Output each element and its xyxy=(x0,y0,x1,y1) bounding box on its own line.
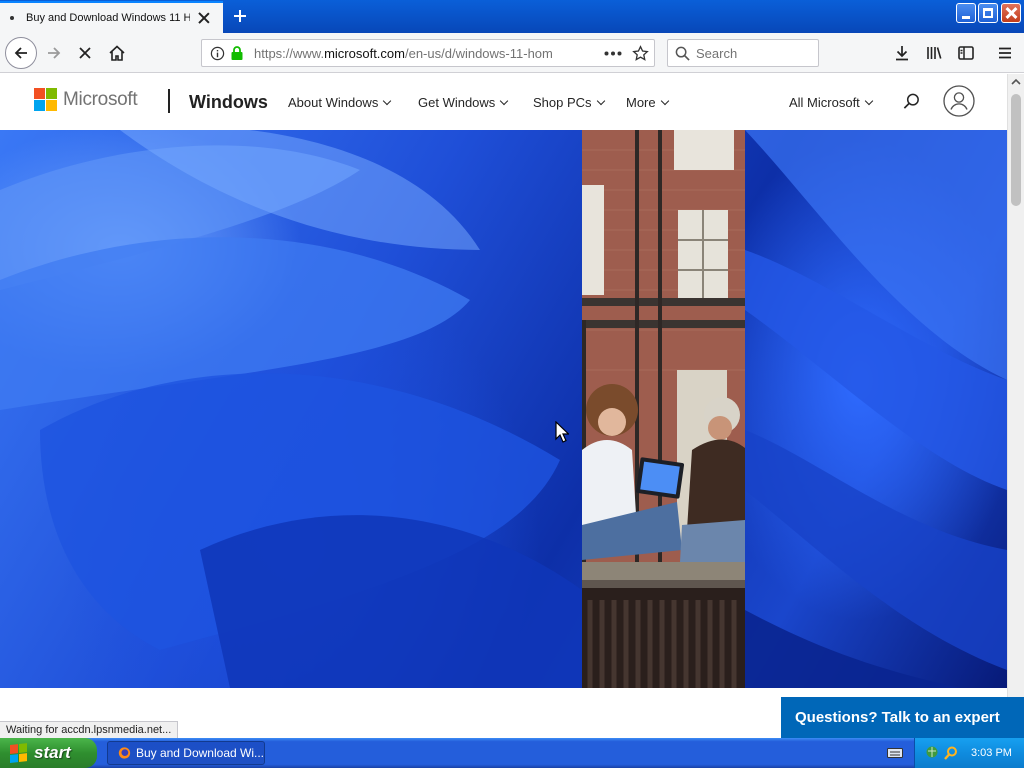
vertical-scrollbar[interactable] xyxy=(1007,74,1024,738)
minimize-button[interactable] xyxy=(956,3,976,23)
scrollbar-thumb[interactable] xyxy=(1011,94,1021,206)
taskbar-window-button[interactable]: Buy and Download Wi... xyxy=(107,741,265,765)
nav-label: Get Windows xyxy=(418,95,496,110)
user-icon[interactable] xyxy=(943,85,975,117)
url-prefix: https://www. xyxy=(254,46,325,61)
forward-button[interactable] xyxy=(40,39,68,67)
url-domain: microsoft.com xyxy=(324,46,405,61)
chevron-down-icon xyxy=(864,96,874,106)
info-icon[interactable] xyxy=(210,46,225,61)
keyboard-icon[interactable] xyxy=(887,747,903,759)
chevron-down-icon xyxy=(596,96,605,106)
network-icon[interactable] xyxy=(925,745,941,761)
browser-search-box[interactable] xyxy=(667,39,819,67)
microsoft-logo-icon xyxy=(34,88,57,111)
home-icon xyxy=(109,45,125,61)
web-page: Microsoft Windows About Windows Get Wind… xyxy=(0,74,1007,738)
star-icon[interactable] xyxy=(632,45,649,62)
tab-title: Buy and Download Windows 11 Ho xyxy=(26,12,190,24)
nav-get-windows[interactable]: Get Windows xyxy=(418,95,509,110)
taskbar: start Buy and Download Wi... 3:03 PM xyxy=(0,738,1024,768)
microsoft-logo[interactable]: Microsoft xyxy=(34,88,138,111)
loading-indicator-icon xyxy=(10,16,14,20)
logo-text: Microsoft xyxy=(63,88,138,110)
close-icon xyxy=(79,47,91,59)
tab-strip: Buy and Download Windows 11 Ho xyxy=(0,0,1024,33)
mouse-cursor-icon xyxy=(555,421,569,443)
windows-bloom-wallpaper xyxy=(0,130,1007,688)
library-icon xyxy=(927,47,942,59)
hamburger-icon xyxy=(999,47,1011,59)
taskbar-window-label: Buy and Download Wi... xyxy=(135,746,264,760)
nav-more[interactable]: More xyxy=(626,95,669,110)
nav-label: More xyxy=(626,95,656,110)
arrow-left-icon xyxy=(14,47,27,59)
search-icon[interactable] xyxy=(902,92,921,111)
nav-label: About Windows xyxy=(288,95,379,110)
download-icon xyxy=(896,46,908,61)
nav-about-windows[interactable]: About Windows xyxy=(288,95,392,110)
menu-button[interactable] xyxy=(991,39,1019,67)
brand-title[interactable]: Windows xyxy=(189,92,268,113)
system-tray: 3:03 PM xyxy=(887,738,1024,768)
home-button[interactable] xyxy=(103,39,131,67)
chevron-down-icon xyxy=(660,96,669,106)
chevron-down-icon xyxy=(383,96,392,106)
browser-window: Buy and Download Windows 11 Ho https://w… xyxy=(0,0,1024,738)
nav-label: All Microsoft xyxy=(789,95,860,110)
stop-button[interactable] xyxy=(71,39,99,67)
chevron-down-icon xyxy=(500,96,509,106)
url-bar[interactable]: https://www.microsoft.com/en-us/d/window… xyxy=(201,39,655,67)
search-icon xyxy=(675,46,690,61)
nav-label: Shop PCs xyxy=(533,95,592,110)
close-window-button[interactable] xyxy=(1001,3,1021,23)
clock: 3:03 PM xyxy=(971,747,1012,759)
library-button[interactable] xyxy=(920,39,948,67)
lock-icon[interactable] xyxy=(230,45,244,61)
nav-all-microsoft[interactable]: All Microsoft xyxy=(789,95,874,110)
maximize-button[interactable] xyxy=(978,3,998,23)
new-tab-icon[interactable] xyxy=(230,6,250,26)
hero-photo xyxy=(582,130,745,688)
start-label: start xyxy=(34,743,71,762)
back-button[interactable] xyxy=(5,37,37,69)
firefox-icon xyxy=(118,747,131,759)
ellipsis-icon[interactable] xyxy=(604,51,622,56)
arrow-right-icon xyxy=(48,47,61,59)
header-divider xyxy=(168,89,170,113)
site-header: Microsoft Windows About Windows Get Wind… xyxy=(0,74,1007,130)
downloads-button[interactable] xyxy=(888,39,916,67)
sidebar-button[interactable] xyxy=(952,39,980,67)
url-path: /en-us/d/windows-11-hom xyxy=(404,46,553,61)
search-tray-icon[interactable] xyxy=(943,745,959,761)
status-bar: Waiting for accdn.lpsnmedia.net... xyxy=(0,721,179,738)
tab-active[interactable]: Buy and Download Windows 11 Ho xyxy=(0,1,223,33)
start-button[interactable]: start xyxy=(0,738,97,768)
talk-to-expert-button[interactable]: Questions? Talk to an expert xyxy=(781,697,1024,738)
tab-close-icon[interactable] xyxy=(196,10,212,26)
url-text[interactable]: https://www.microsoft.com/en-us/d/window… xyxy=(254,46,572,61)
windows-flag-icon xyxy=(10,743,28,763)
hero-banner xyxy=(0,130,1007,688)
nav-toolbar: https://www.microsoft.com/en-us/d/window… xyxy=(0,33,1024,73)
nav-shop-pcs[interactable]: Shop PCs xyxy=(533,95,605,110)
people-with-laptop-image xyxy=(582,130,745,688)
browser-search-input[interactable] xyxy=(696,44,814,62)
scroll-up-icon[interactable] xyxy=(1008,74,1024,90)
sidebar-icon xyxy=(958,46,974,60)
